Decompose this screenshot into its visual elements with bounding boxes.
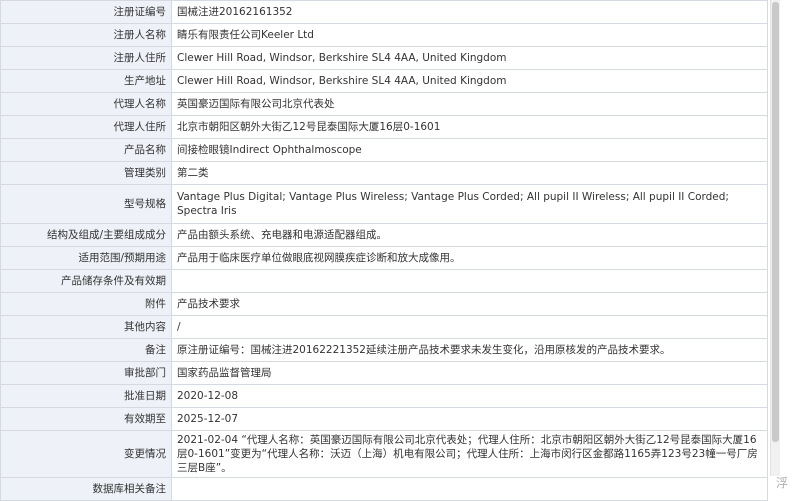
- field-label: 结构及组成/主要组成成分: [0, 223, 172, 247]
- table-row: 数据库相关备注: [0, 477, 768, 501]
- table-row: 附件 产品技术要求: [0, 292, 768, 316]
- field-label: 代理人住所: [0, 115, 172, 139]
- field-label: 产品储存条件及有效期: [0, 269, 172, 293]
- field-label: 适用范围/预期用途: [0, 246, 172, 270]
- field-value: 产品由额头系统、充电器和电源适配器组成。: [171, 223, 768, 247]
- table-row: 型号规格 Vantage Plus Digital; Vantage Plus W…: [0, 184, 768, 224]
- field-value: 产品技术要求: [171, 292, 768, 316]
- table-row: 代理人住所 北京市朝阳区朝外大街乙12号昆泰国际大厦16层0-1601: [0, 115, 768, 139]
- field-value: 2020-12-08: [171, 384, 768, 408]
- field-value: Clewer Hill Road, Windsor, Berkshire SL4…: [171, 69, 768, 93]
- table-row: 其他内容 /: [0, 315, 768, 339]
- table-row: 批准日期 2020-12-08: [0, 384, 768, 408]
- field-label: 批准日期: [0, 384, 172, 408]
- field-value: 国家药品监督管理局: [171, 361, 768, 385]
- field-value: 国械注进20162161352: [171, 0, 768, 24]
- vertical-scrollbar[interactable]: [770, 0, 780, 476]
- field-value: 2021-02-04 “代理人名称：英国豪迈国际有限公司北京代表处；代理人住所：…: [171, 430, 768, 478]
- field-value: 产品用于临床医疗单位做眼底视网膜疾症诊断和放大成像用。: [171, 246, 768, 270]
- field-label: 产品名称: [0, 138, 172, 162]
- table-row: 注册人住所 Clewer Hill Road, Windsor, Berkshir…: [0, 46, 768, 70]
- field-label: 备注: [0, 338, 172, 362]
- table-row: 生产地址 Clewer Hill Road, Windsor, Berkshire…: [0, 69, 768, 93]
- table-row: 产品储存条件及有效期: [0, 269, 768, 293]
- field-value: Clewer Hill Road, Windsor, Berkshire SL4…: [171, 46, 768, 70]
- field-label: 生产地址: [0, 69, 172, 93]
- table-row: 审批部门 国家药品监督管理局: [0, 361, 768, 385]
- field-value: 英国豪迈国际有限公司北京代表处: [171, 92, 768, 116]
- scrollbar-thumb[interactable]: [772, 2, 779, 442]
- table-row: 备注 原注册证编号：国械注进20162221352延续注册产品技术要求未发生变化，…: [0, 338, 768, 362]
- field-value: 北京市朝阳区朝外大街乙12号昆泰国际大厦16层0-1601: [171, 115, 768, 139]
- table-row: 结构及组成/主要组成成分 产品由额头系统、充电器和电源适配器组成。: [0, 223, 768, 247]
- table-row: 代理人名称 英国豪迈国际有限公司北京代表处: [0, 92, 768, 116]
- field-label: 变更情况: [0, 430, 172, 478]
- table-row: 有效期至 2025-12-07: [0, 407, 768, 431]
- field-label: 注册人住所: [0, 46, 172, 70]
- table-row: 产品名称 间接检眼镜Indirect Ophthalmoscope: [0, 138, 768, 162]
- corner-glyph: 浮: [776, 476, 789, 490]
- table-row: 变更情况 2021-02-04 “代理人名称：英国豪迈国际有限公司北京代表处；代理…: [0, 430, 768, 478]
- field-label: 型号规格: [0, 184, 172, 224]
- field-value: 间接检眼镜Indirect Ophthalmoscope: [171, 138, 768, 162]
- field-label: 其他内容: [0, 315, 172, 339]
- field-value: /: [171, 315, 768, 339]
- field-value: 睛乐有限责任公司Keeler Ltd: [171, 23, 768, 47]
- field-label: 注册人名称: [0, 23, 172, 47]
- table-row: 注册人名称 睛乐有限责任公司Keeler Ltd: [0, 23, 768, 47]
- field-value: 第二类: [171, 161, 768, 185]
- field-value: [171, 477, 768, 501]
- field-label: 有效期至: [0, 407, 172, 431]
- field-label: 数据库相关备注: [0, 477, 172, 501]
- field-value: 2025-12-07: [171, 407, 768, 431]
- field-label: 审批部门: [0, 361, 172, 385]
- field-value: [171, 269, 768, 293]
- table-row: 管理类别 第二类: [0, 161, 768, 185]
- field-label: 注册证编号: [0, 0, 172, 24]
- registration-table: 注册证编号 国械注进20162161352 注册人名称 睛乐有限责任公司Keeler …: [0, 0, 768, 501]
- field-label: 代理人名称: [0, 92, 172, 116]
- field-value: Vantage Plus Digital; Vantage Plus Wirel…: [171, 184, 768, 224]
- field-label: 管理类别: [0, 161, 172, 185]
- registration-detail: 注册证编号 国械注进20162161352 注册人名称 睛乐有限责任公司Keeler …: [0, 0, 768, 501]
- table-row: 适用范围/预期用途 产品用于临床医疗单位做眼底视网膜疾症诊断和放大成像用。: [0, 246, 768, 270]
- field-value: 原注册证编号：国械注进20162221352延续注册产品技术要求未发生变化，沿用…: [171, 338, 768, 362]
- table-row: 注册证编号 国械注进20162161352: [0, 0, 768, 24]
- field-label: 附件: [0, 292, 172, 316]
